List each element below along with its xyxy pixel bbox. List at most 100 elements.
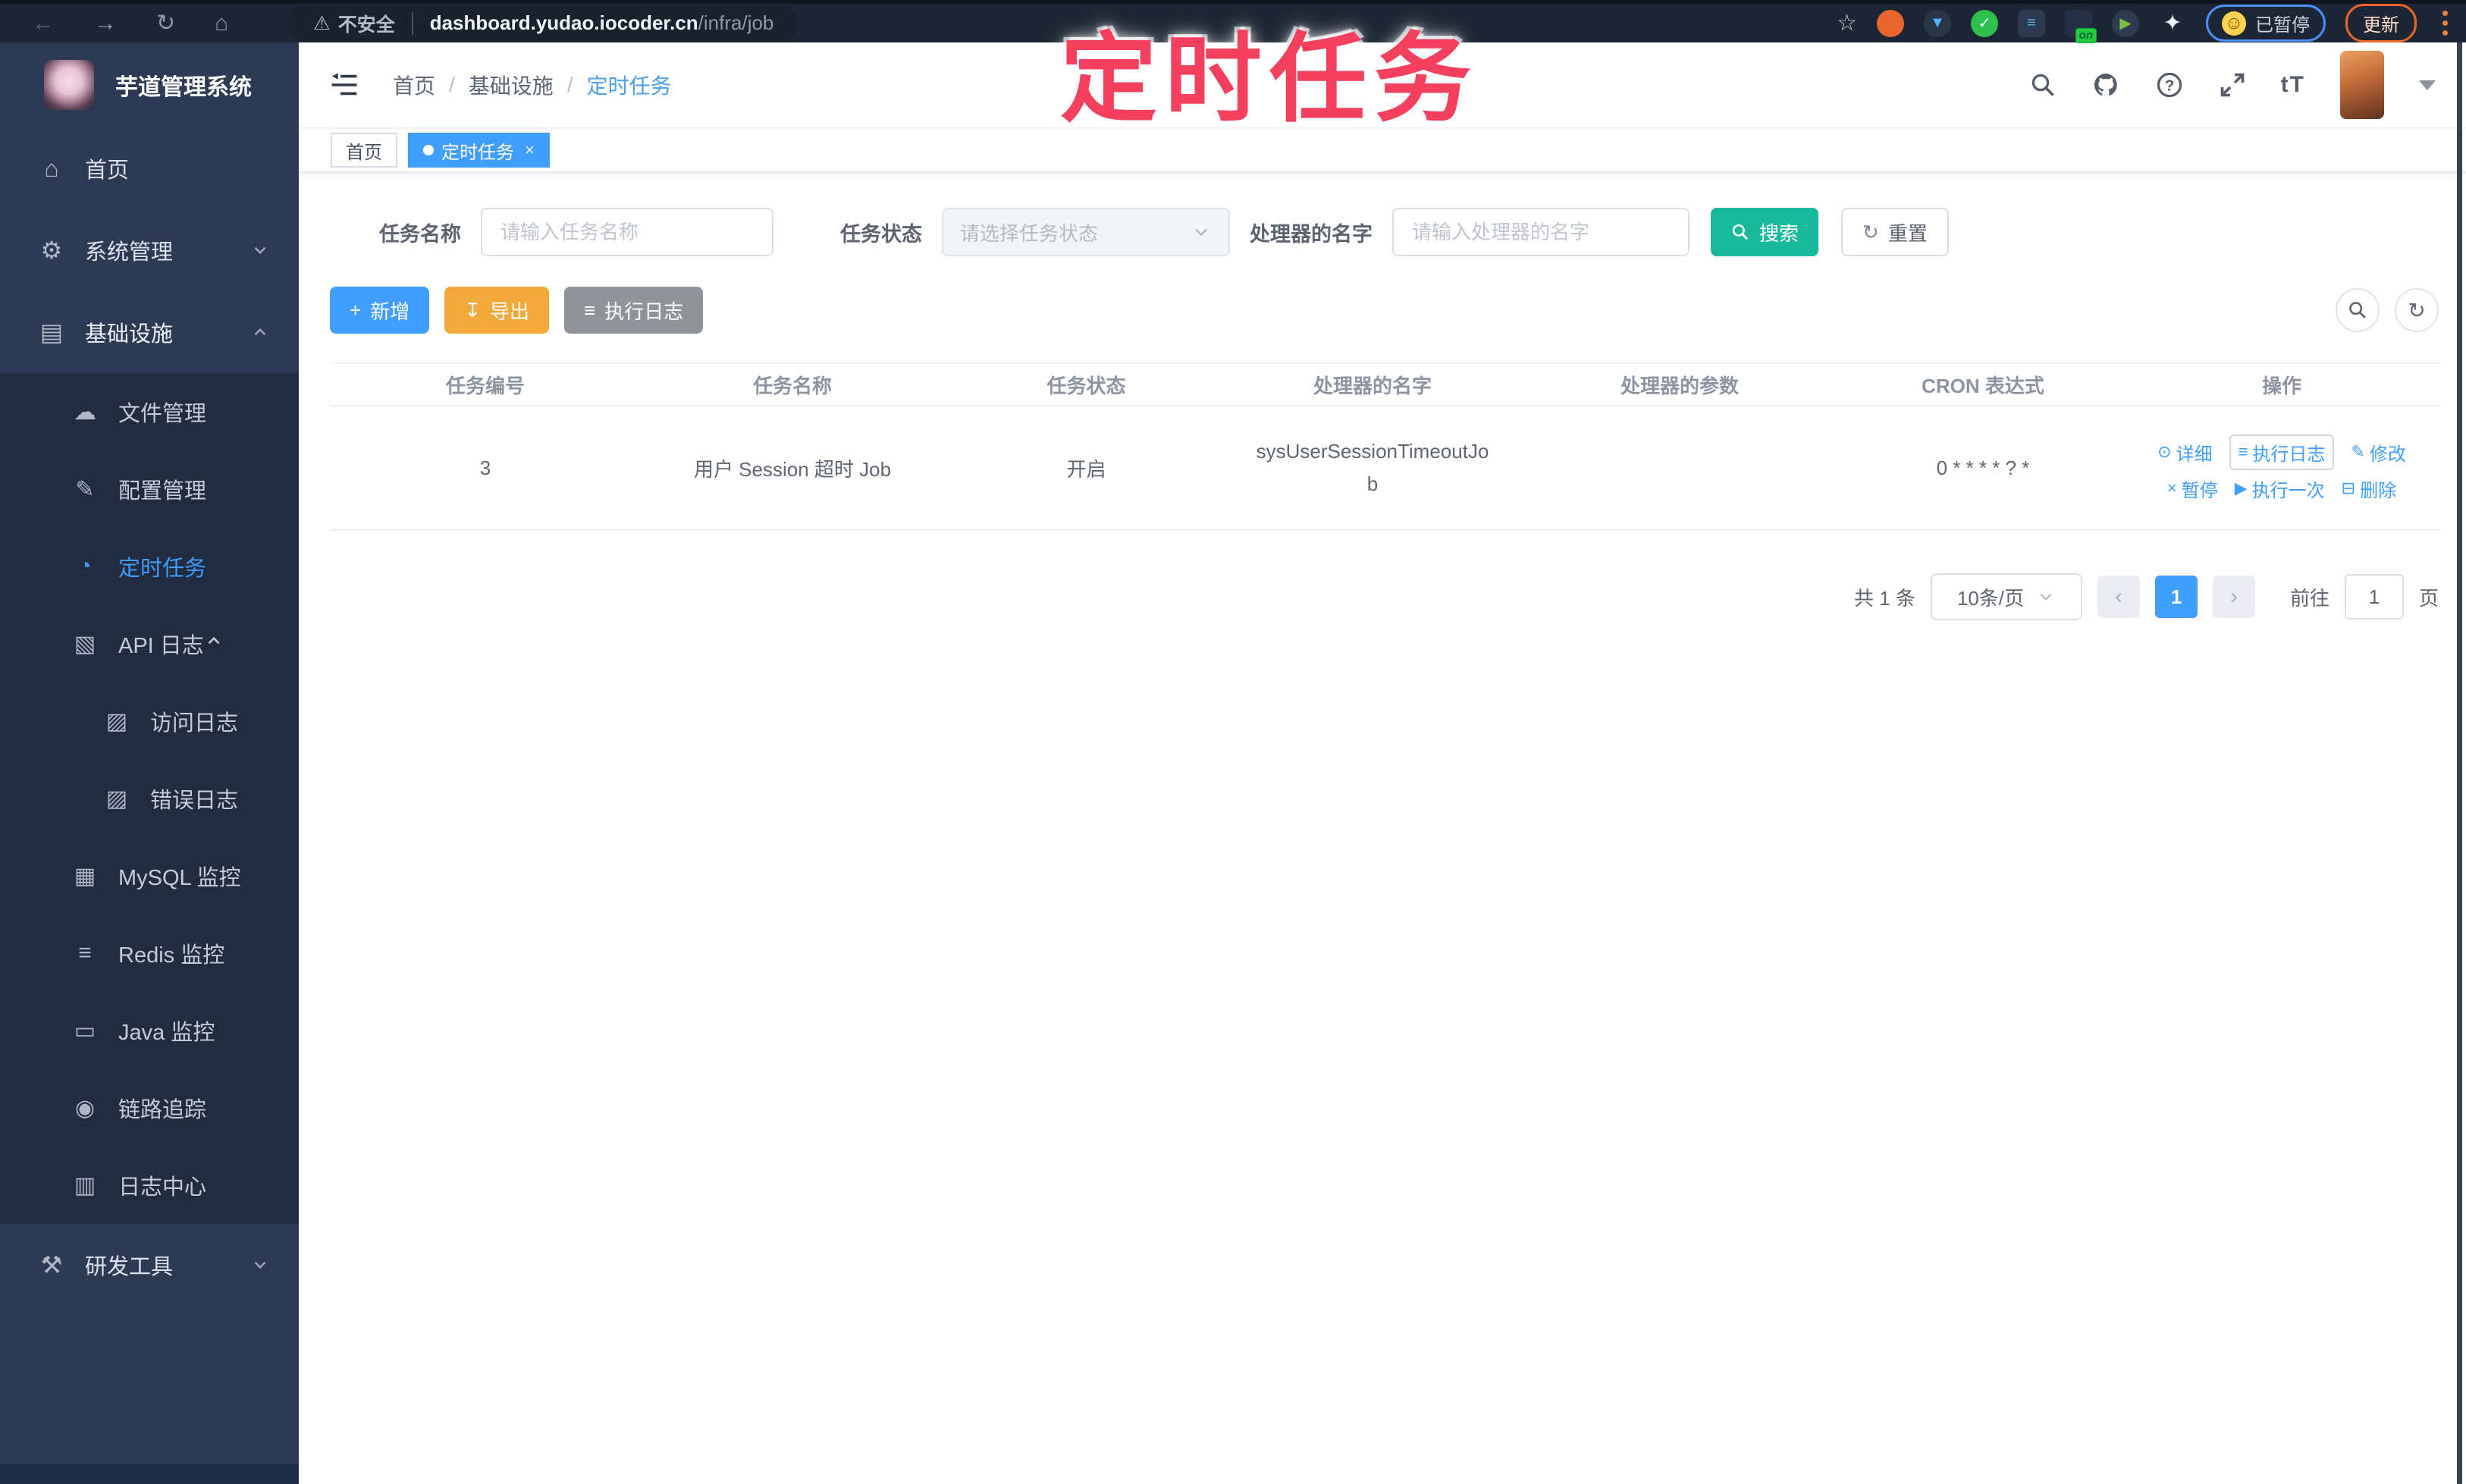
home-icon[interactable]: ⌂ <box>215 11 228 35</box>
list-icon: ≡ <box>2238 442 2248 461</box>
cell-handler-name: sysUserSessionTimeoutJob <box>1256 440 1489 495</box>
sidebar-item-system-management[interactable]: ⚙ 系统管理 <box>0 209 299 291</box>
navbar-actions: ? tT <box>2029 51 2436 119</box>
sidebar-item-access-log[interactable]: ▨ 访问日志 <box>0 682 299 760</box>
caret-down-icon[interactable] <box>2419 80 2436 90</box>
tag-scheduled-tasks[interactable]: 定时任务 × <box>408 133 550 168</box>
page-scrollbar[interactable] <box>2457 42 2462 1484</box>
error-log-icon: ▨ <box>105 786 128 811</box>
reload-icon[interactable]: ↻ <box>156 11 175 35</box>
fullscreen-icon[interactable] <box>2219 71 2246 99</box>
user-avatar[interactable] <box>2340 51 2384 119</box>
collapse-sidebar-icon[interactable] <box>329 71 359 99</box>
task-name-input[interactable] <box>481 208 773 256</box>
extension-icon-on-switch[interactable]: on <box>2065 9 2097 43</box>
sidebar-item-java-monitor[interactable]: ▭ Java 监控 <box>0 992 299 1069</box>
extension-icon-green-check[interactable]: ✓ <box>1971 9 1998 37</box>
app-logo-row[interactable]: 芋道管理系统 <box>0 42 299 127</box>
eye-icon: ◉ <box>74 1095 96 1121</box>
sidebar-item-scheduled-tasks[interactable]: ◔ 定时任务 <box>0 528 299 605</box>
sidebar-item-trace[interactable]: ◉ 链路追踪 <box>0 1069 299 1147</box>
search-form: 任务名称 任务状态 请选择任务状态 处理器的名字 搜索 ↻ 重置 <box>379 206 1949 258</box>
not-secure-warning-icon: ⚠ <box>313 12 331 34</box>
export-button[interactable]: ↧ 导出 <box>444 287 550 334</box>
bookmark-star-icon[interactable]: ☆ <box>1837 10 1857 36</box>
back-icon[interactable]: ← <box>32 11 55 35</box>
sidebar-item-dev-tools[interactable]: ⚒ 研发工具 <box>0 1224 299 1306</box>
sidebar-item-label: 访问日志 <box>150 711 239 736</box>
address-bar[interactable]: ⚠ 不安全 dashboard.yudao.iocoder.cn /infra/… <box>287 5 800 42</box>
delete-link[interactable]: ⊟ 删除 <box>2342 475 2396 502</box>
eye-icon: ⊙ <box>2157 442 2172 461</box>
goto-label: 前往 <box>2289 586 2330 610</box>
sidebar-item-label: Redis 监控 <box>118 943 225 968</box>
col-header-id: 任务编号 <box>445 374 525 397</box>
sidebar-item-label: 系统管理 <box>85 240 174 265</box>
url-path: /infra/job <box>698 11 774 34</box>
paused-extension-pill[interactable]: ☺ 已暂停 <box>2206 5 2326 42</box>
sidebar-item-mysql-monitor[interactable]: ▦ MySQL 监控 <box>0 837 299 915</box>
extension-icon-drop[interactable]: ▼ <box>1924 9 1951 37</box>
close-icon[interactable]: × <box>525 140 535 160</box>
job-log-link[interactable]: ≡ 执行日志 <box>2229 434 2335 470</box>
sidebar-item-home[interactable]: ⌂ 首页 <box>0 127 299 209</box>
search-button[interactable]: 搜索 <box>1711 208 1819 256</box>
refresh-table-button[interactable]: ↻ <box>2395 288 2439 332</box>
extension-icon-orange[interactable] <box>1877 9 1904 37</box>
sidebar-item-api-log[interactable]: ▧ API 日志 <box>0 605 299 682</box>
tag-home[interactable]: 首页 <box>331 133 397 168</box>
page-size-value: 10条/页 <box>1956 586 2025 610</box>
sidebar-item-file-management[interactable]: ☁ 文件管理 <box>0 373 299 450</box>
handler-name-input[interactable] <box>1392 208 1689 256</box>
current-page-button[interactable]: 1 <box>2154 576 2198 618</box>
page-unit-label: 页 <box>2418 586 2439 610</box>
breadcrumb-home[interactable]: 首页 <box>393 70 435 100</box>
table-tools: ↻ <box>2336 288 2439 332</box>
task-status-select[interactable]: 请选择任务状态 <box>942 208 1230 256</box>
toggle-search-button[interactable] <box>2336 288 2380 332</box>
add-button[interactable]: + 新增 <box>330 287 430 334</box>
sidebar-item-log-center[interactable]: ▥ 日志中心 <box>0 1147 299 1224</box>
run-once-link[interactable]: ▶ 执行一次 <box>2235 475 2325 502</box>
java-monitor-icon: ▭ <box>74 1018 96 1043</box>
next-page-button[interactable]: › <box>2212 576 2255 618</box>
sidebar-item-error-log[interactable]: ▨ 错误日志 <box>0 760 299 837</box>
edit-link[interactable]: ✎ 修改 <box>2351 439 2405 466</box>
extension-icon-leaf[interactable]: ▶ <box>2112 9 2139 37</box>
extension-icon-blue[interactable]: ≡ <box>2018 9 2045 37</box>
extension-icon-puzzle[interactable]: ✦ <box>2159 10 2186 37</box>
extension-on-badge: on <box>2075 27 2097 43</box>
job-log-link-label: 执行日志 <box>2252 444 2326 465</box>
font-size-icon[interactable]: tT <box>2281 72 2305 98</box>
chevron-down-icon <box>2036 587 2056 607</box>
prev-page-button[interactable]: ‹ <box>2097 576 2140 618</box>
search-icon[interactable] <box>2029 71 2057 99</box>
breadcrumb-infrastructure[interactable]: 基础设施 <box>469 70 554 100</box>
sidebar-item-redis-monitor[interactable]: ≡ Redis 监控 <box>0 915 299 992</box>
forward-icon[interactable]: → <box>94 11 117 35</box>
sidebar-item-infrastructure[interactable]: ▤ 基础设施 <box>0 291 299 373</box>
list-icon: ≡ <box>584 298 596 322</box>
address-separator <box>411 11 413 35</box>
page-size-select[interactable]: 10条/页 <box>1930 573 2082 620</box>
emoji-face-icon: ☺ <box>2222 11 2246 36</box>
reset-button-label: 重置 <box>1887 221 1928 245</box>
reset-button[interactable]: ↻ 重置 <box>1841 208 1949 256</box>
sidebar-item-label: 定时任务 <box>118 557 207 581</box>
chevron-up-icon <box>204 631 224 657</box>
goto-page-input[interactable] <box>2344 574 2404 620</box>
browser-menu-icon[interactable] <box>2436 11 2454 36</box>
cell-cron-expression: 0 * * * * ? * <box>1936 456 2030 479</box>
gear-icon: ⚙ <box>40 237 63 264</box>
detail-link[interactable]: ⊙ 详细 <box>2157 439 2212 466</box>
pause-link[interactable]: × 暂停 <box>2167 475 2218 502</box>
job-log-button[interactable]: ≡ 执行日志 <box>564 287 704 334</box>
help-icon[interactable]: ? <box>2155 71 2184 99</box>
sidebar-item-config-management[interactable]: ✎ 配置管理 <box>0 450 299 528</box>
total-count-label: 共 1 条 <box>1854 586 1915 610</box>
col-header-actions: 操作 <box>2261 374 2301 397</box>
browser-update-button[interactable]: 更新 <box>2345 4 2417 42</box>
breadcrumb-separator: / <box>449 73 455 96</box>
github-icon[interactable] <box>2091 71 2120 99</box>
cloud-upload-icon: ☁ <box>74 399 96 425</box>
